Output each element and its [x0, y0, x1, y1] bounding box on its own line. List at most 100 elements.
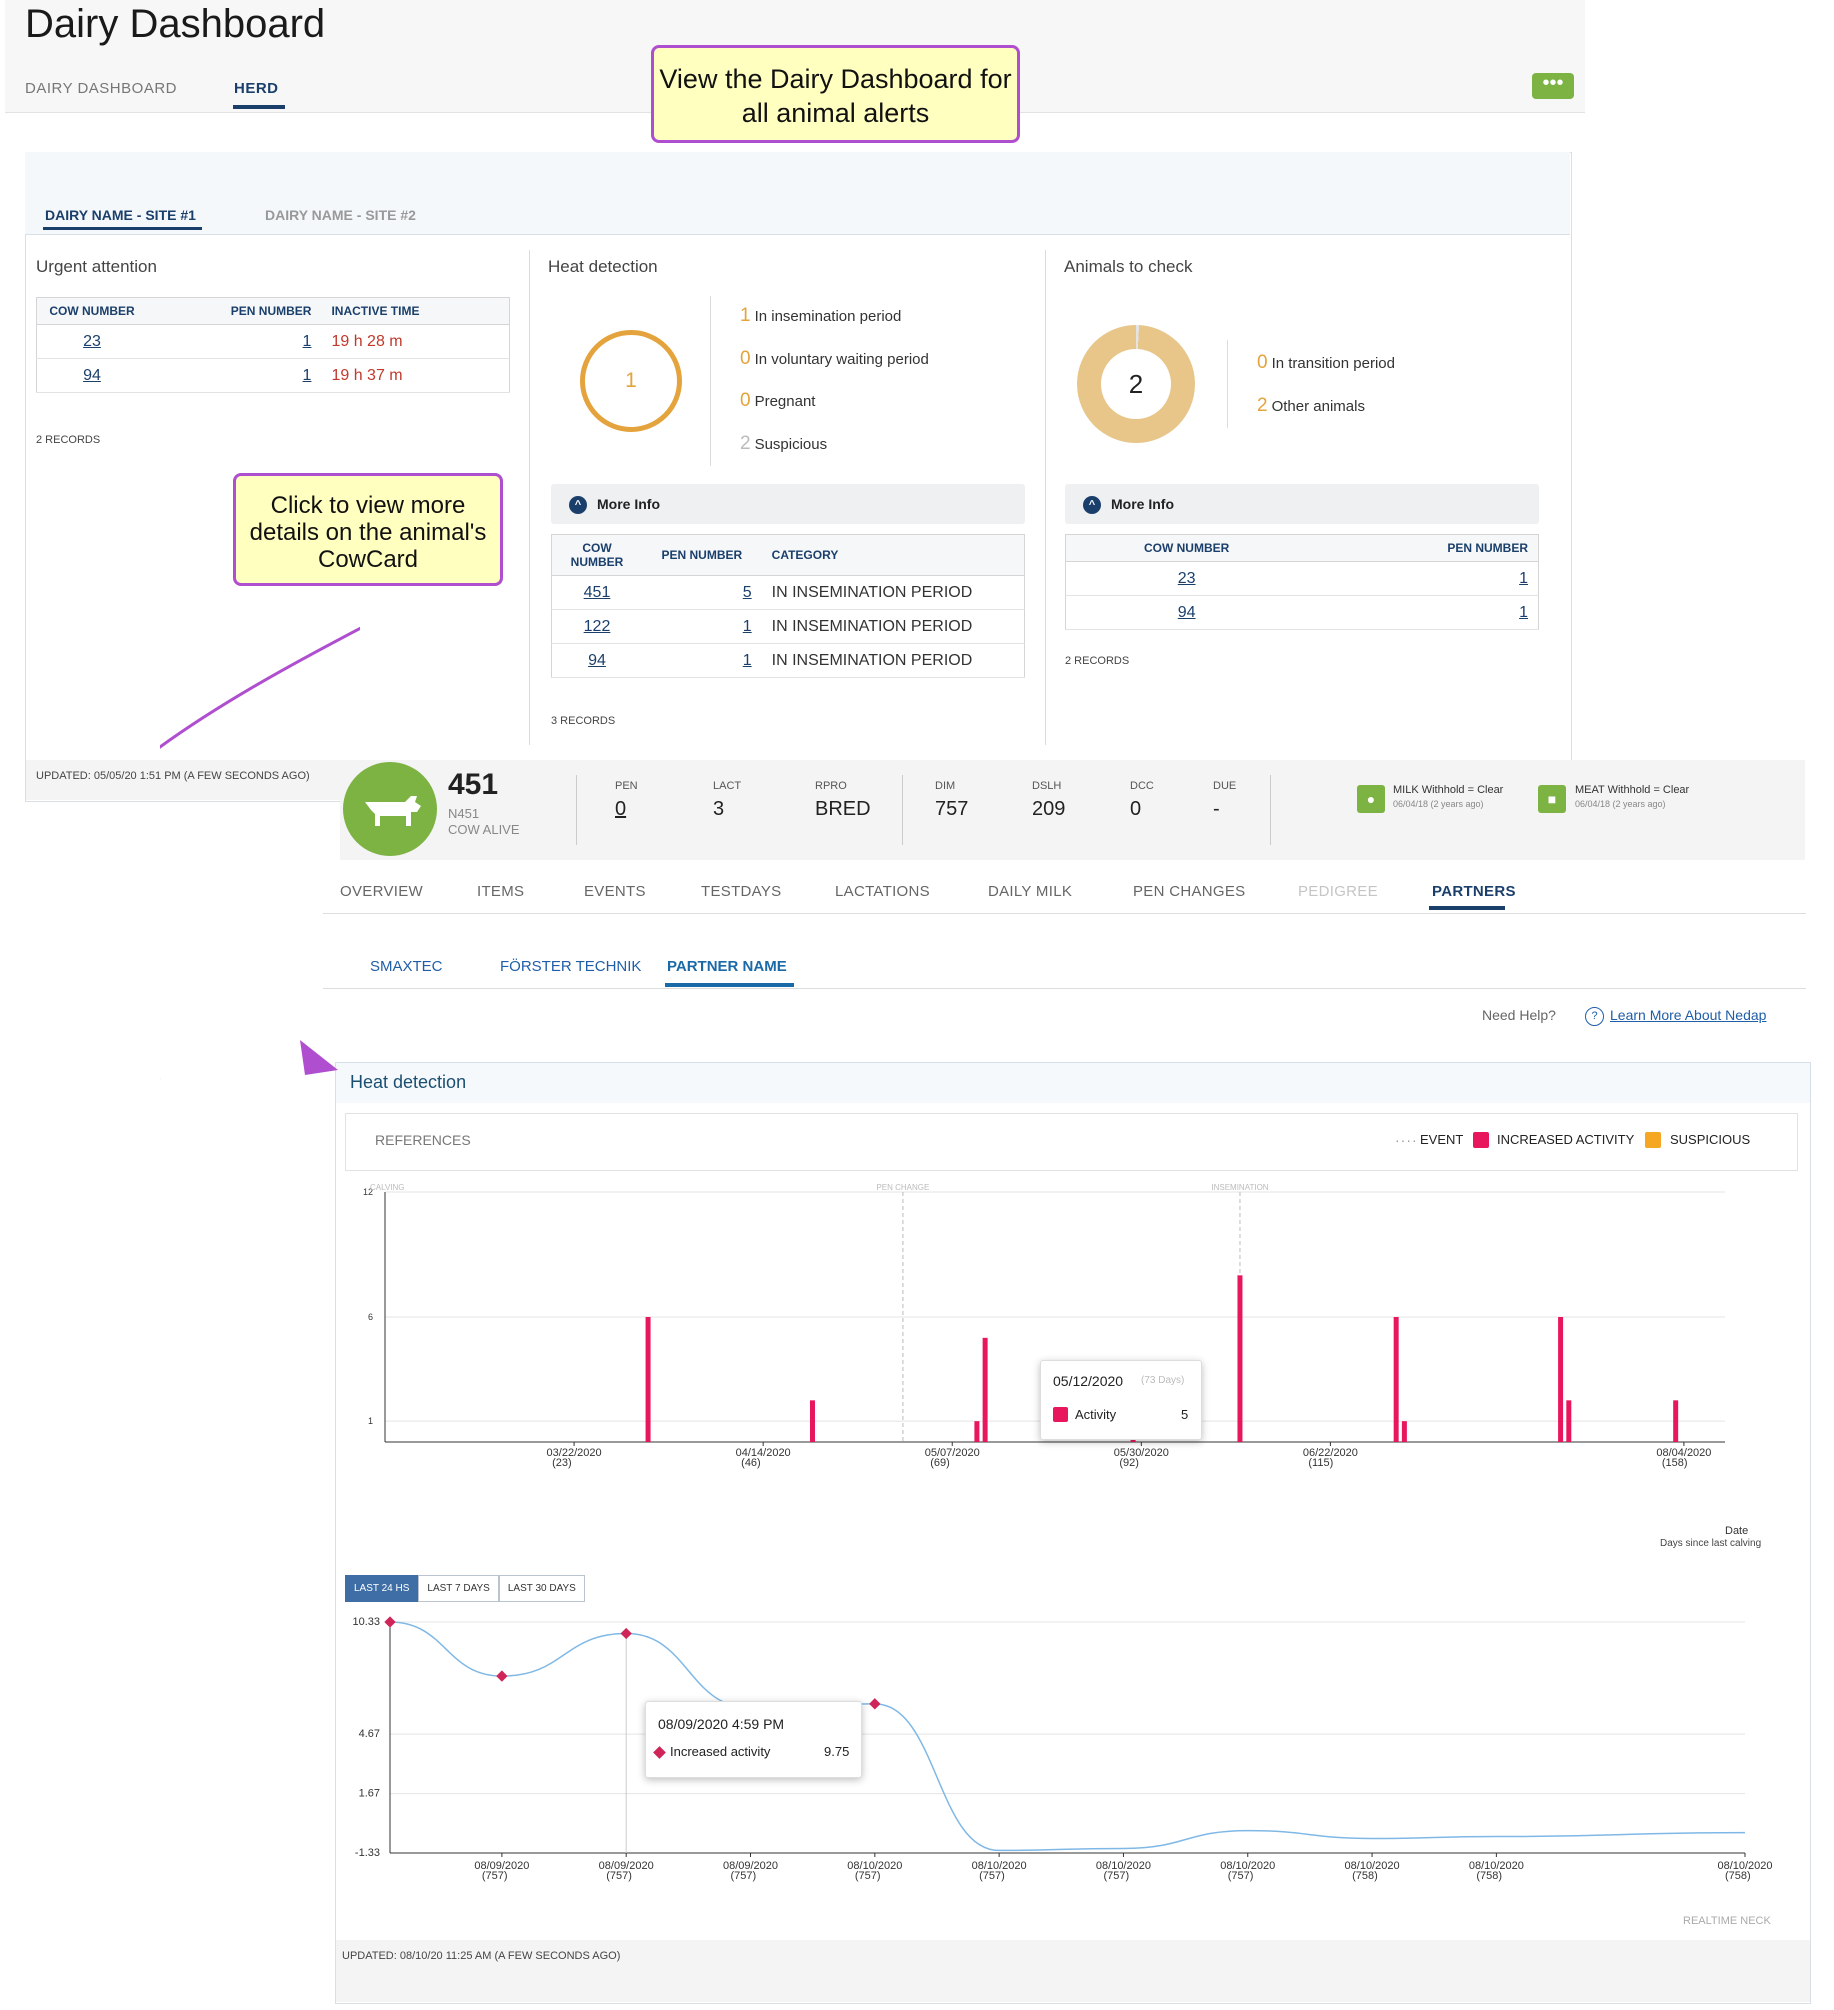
legend-suspicious: SUSPICIOUS: [1670, 1132, 1751, 1147]
cow-link[interactable]: 23: [83, 333, 101, 350]
y-tick-label: 6: [368, 1312, 373, 1322]
heat-table: COW NUMBER PEN NUMBER CATEGORY 451 5 IN …: [551, 534, 1025, 678]
cow-link[interactable]: 94: [588, 652, 606, 669]
tooltip-date: 08/09/2020 4:59 PM: [658, 1716, 785, 1732]
meat-withhold-date: 06/04/18 (2 years ago): [1575, 799, 1666, 809]
data-point: [620, 1627, 632, 1640]
x-tick-sublabel: (758): [1352, 1870, 1378, 1882]
pen-link[interactable]: 1: [1519, 604, 1528, 621]
range-last-24h[interactable]: LAST 24 HS: [345, 1575, 419, 1602]
tab-daily-milk[interactable]: DAILY MILK: [988, 883, 1072, 900]
x-tick-sublabel: (757): [979, 1870, 1005, 1882]
table-row: 451 5 IN INSEMINATION PERIOD: [551, 575, 1025, 610]
activity-bar: [1566, 1400, 1572, 1442]
records-count: 2 RECORDS: [1065, 655, 1130, 667]
activity-bar: [645, 1317, 651, 1442]
tab-partners[interactable]: PARTNERS: [1432, 883, 1516, 900]
tab-dairy-dashboard[interactable]: DAIRY DASHBOARD: [25, 80, 177, 97]
inactive-time: 19 h 37 m: [321, 358, 510, 393]
cow-link[interactable]: 122: [584, 618, 611, 635]
cow-link[interactable]: 94: [83, 367, 101, 384]
pen-link[interactable]: 0: [615, 798, 626, 821]
legend-item: 2 Suspicious: [740, 433, 828, 454]
y-tick-label: 1.67: [359, 1788, 380, 1800]
more-info-button[interactable]: ^ More Info: [551, 484, 1025, 524]
category: IN INSEMINATION PERIOD: [761, 575, 1025, 610]
check-title: Animals to check: [1064, 257, 1193, 276]
updated-text: UPDATED: 08/10/20 11:25 AM (A FEW SECOND…: [342, 1950, 621, 1962]
data-point: [869, 1698, 881, 1710]
pen-link[interactable]: 1: [743, 618, 752, 635]
range-last-30-days[interactable]: LAST 30 DAYS: [498, 1575, 585, 1602]
legend-activity: INCREASED ACTIVITY: [1497, 1132, 1635, 1147]
pen-link[interactable]: 1: [303, 367, 312, 384]
line-tooltip: 08/09/2020 4:59 PM Increased activity 9.…: [645, 1701, 862, 1778]
check-table: COW NUMBER PEN NUMBER 23 1 94 1: [1065, 534, 1539, 630]
stat-label: PEN: [615, 780, 638, 792]
activity-swatch: [1473, 1132, 1489, 1148]
tab-events[interactable]: EVENTS: [584, 883, 646, 900]
pen-link[interactable]: 1: [303, 333, 312, 350]
records-count: 2 RECORDS: [36, 434, 101, 446]
partner-tab-indicator: [665, 983, 794, 987]
cow-link[interactable]: 23: [1178, 570, 1196, 587]
tab-herd[interactable]: HERD: [234, 80, 279, 97]
more-info-button[interactable]: ^ More Info: [1065, 484, 1539, 524]
legend-item: 0 In transition period: [1257, 352, 1395, 373]
stat-value: BRED: [815, 798, 871, 820]
divider: [1270, 775, 1271, 845]
pen-link[interactable]: 1: [1519, 570, 1528, 587]
pen-link[interactable]: 5: [743, 584, 752, 601]
axis-title: Date: [1725, 1525, 1749, 1537]
tab-pen-changes[interactable]: PEN CHANGES: [1133, 883, 1246, 900]
x-tick-sublabel: (757): [606, 1870, 632, 1882]
pen-link[interactable]: 1: [743, 652, 752, 669]
heat-ring: 1: [580, 330, 682, 432]
inactive-time: 19 h 28 m: [321, 324, 510, 359]
meat-icon: ■: [1538, 785, 1566, 813]
divider: [902, 775, 903, 845]
tab-lactations[interactable]: LACTATIONS: [835, 883, 930, 900]
tab-site-1[interactable]: DAIRY NAME - SITE #1: [45, 207, 196, 223]
tab-pedigree[interactable]: PEDIGREE: [1298, 883, 1378, 900]
data-point: [384, 1616, 396, 1628]
milk-withhold: MILK Withhold = Clear: [1393, 784, 1504, 796]
more-options-button[interactable]: •••: [1532, 73, 1574, 99]
cow-tag: N451: [448, 806, 480, 821]
range-last-7-days[interactable]: LAST 7 DAYS: [418, 1575, 499, 1602]
partner-tab-smaxtec[interactable]: SMAXTEC: [370, 958, 443, 975]
check-donut-value: 2: [1101, 349, 1171, 419]
data-point: [496, 1670, 508, 1682]
stat-label: RPRO: [815, 780, 847, 792]
stat-value: 209: [1032, 798, 1066, 820]
table-row: 94 1: [1065, 595, 1539, 630]
x-tick-sublabel: (158): [1662, 1457, 1688, 1469]
stat-label: DUE: [1213, 780, 1237, 792]
tab-testdays[interactable]: TESTDAYS: [701, 883, 781, 900]
col-pen-number: PEN NUMBER: [642, 534, 762, 576]
x-tick-sublabel: (46): [741, 1457, 761, 1469]
cow-link[interactable]: 94: [1178, 604, 1196, 621]
legend-divider: [710, 296, 711, 466]
table-row: 23 1: [1065, 561, 1539, 596]
activity-bar: [974, 1421, 980, 1442]
col-cow-number: COW NUMBER: [1065, 534, 1308, 562]
cow-link[interactable]: 451: [584, 584, 611, 601]
x-tick-sublabel: (69): [930, 1457, 950, 1469]
activity-bar: [982, 1337, 988, 1442]
table-row: 94 1 IN INSEMINATION PERIOD: [551, 643, 1025, 678]
tab-site-2[interactable]: DAIRY NAME - SITE #2: [265, 207, 416, 223]
partner-tab-forster[interactable]: FÖRSTER TECHNIK: [500, 958, 641, 975]
col-cow-number: COW NUMBER: [36, 297, 147, 325]
site-tabs-bar: [25, 152, 1570, 235]
partner-tab-partner-name[interactable]: PARTNER NAME: [667, 958, 787, 975]
help-icon[interactable]: ?: [1585, 1007, 1604, 1026]
tab-items[interactable]: ITEMS: [477, 883, 524, 900]
stat-value: 0: [1130, 798, 1142, 820]
active-tab-indicator: [1429, 906, 1505, 910]
table-row: 122 1 IN INSEMINATION PERIOD: [551, 609, 1025, 644]
learn-more-link[interactable]: Learn More About Nedap: [1610, 1007, 1766, 1023]
column-divider: [1045, 250, 1046, 745]
x-tick-sublabel: (757): [731, 1870, 757, 1882]
reference-label: INSEMINATION: [1211, 1183, 1268, 1192]
